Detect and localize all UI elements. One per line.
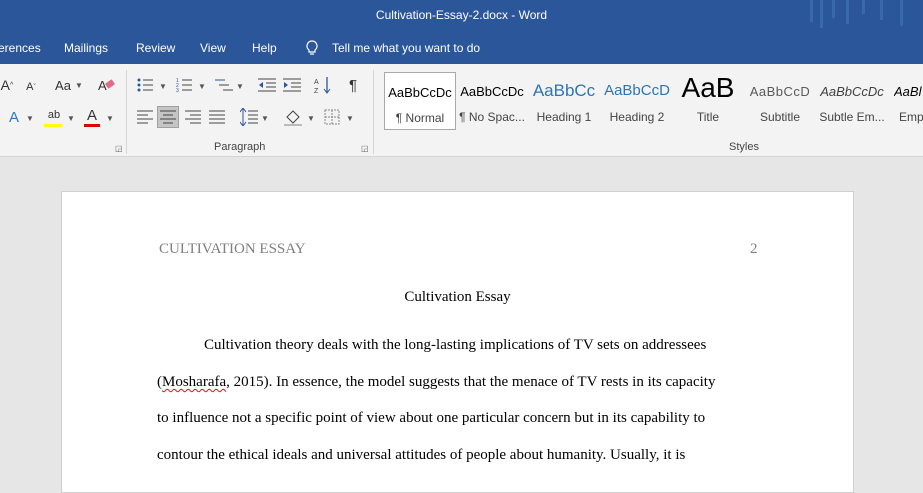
multilevel-list-icon[interactable] — [215, 77, 233, 93]
chevron-down-icon[interactable]: ▼ — [159, 82, 167, 91]
increase-indent-icon[interactable] — [283, 77, 301, 93]
chevron-down-icon[interactable]: ▼ — [236, 82, 244, 91]
body-line: Cultivation theory deals with the long-l… — [204, 337, 707, 353]
title-decoration — [900, 0, 903, 26]
chevron-down-icon[interactable]: ▼ — [26, 114, 34, 123]
style-normal[interactable]: AaBbCcDc ¶ Normal — [384, 72, 456, 130]
style-name: Heading 2 — [609, 110, 665, 124]
highlight-color-swatch — [44, 124, 62, 127]
text-effects-icon[interactable]: A — [6, 108, 22, 126]
page-number: 2 — [750, 241, 758, 257]
ribbon-tabs: erences Mailings Review View Help Tell m… — [0, 32, 923, 64]
paragraph-dialog-launcher-icon[interactable]: ◲ — [361, 144, 369, 153]
style-heading-2[interactable]: AaBbCcD Heading 2 — [602, 72, 672, 128]
font-color-icon[interactable]: A — [84, 106, 100, 124]
style-heading-1[interactable]: AaBbCc Heading 1 — [529, 72, 599, 128]
group-separator — [373, 70, 374, 154]
title-decoration — [880, 0, 883, 20]
style-name: Subtle Em... — [819, 110, 885, 124]
show-formatting-marks-icon[interactable]: ¶ — [345, 76, 361, 94]
style-sample: AaBbCc — [532, 81, 596, 100]
lightbulb-icon — [306, 40, 318, 55]
body-line: (Mosharafa, 2015). In essence, the model… — [157, 374, 715, 391]
style-name: Heading 1 — [536, 110, 592, 124]
bullets-icon[interactable] — [137, 77, 153, 93]
tab-mailings[interactable]: Mailings — [64, 41, 108, 55]
style-name: ¶ No Spac... — [459, 110, 525, 124]
paragraph-group-label: Paragraph — [214, 141, 266, 153]
title-decoration — [846, 0, 849, 24]
tab-help[interactable]: Help — [252, 41, 277, 55]
body-line: to influence not a specific point of vie… — [157, 410, 706, 426]
shrink-font-icon[interactable]: Aˇ — [24, 78, 38, 96]
chevron-down-icon[interactable]: ▼ — [261, 114, 269, 123]
align-center-button[interactable] — [157, 106, 179, 128]
align-center-icon — [160, 110, 176, 124]
title-decoration — [862, 0, 865, 14]
shading-icon[interactable] — [284, 108, 304, 126]
chevron-down-icon[interactable]: ▼ — [106, 114, 114, 123]
tab-review[interactable]: Review — [136, 41, 175, 55]
style-subtitle[interactable]: AaBbCcD Subtitle — [745, 72, 815, 128]
align-left-icon[interactable] — [137, 110, 153, 124]
style-name: Emp — [899, 110, 923, 124]
style-sample: AaBbCcDc — [460, 84, 524, 99]
style-sample: AaBbCcD — [604, 82, 670, 99]
justify-icon[interactable] — [209, 110, 225, 124]
highlight-icon[interactable]: ab — [44, 106, 64, 124]
decrease-indent-icon[interactable] — [258, 77, 276, 93]
align-right-icon[interactable] — [185, 110, 201, 124]
grow-font-icon[interactable]: A ^ — [0, 76, 14, 94]
clear-formatting-icon[interactable]: A — [98, 77, 116, 93]
running-head: CULTIVATION ESSAY — [159, 241, 306, 257]
chevron-down-icon[interactable]: ▼ — [198, 82, 206, 91]
style-sample: AaB — [681, 72, 735, 103]
chevron-down-icon[interactable]: ▼ — [307, 114, 315, 123]
chevron-down-icon[interactable]: ▼ — [67, 114, 75, 123]
document-page[interactable]: CULTIVATION ESSAY 2 Cultivation Essay Cu… — [61, 191, 854, 493]
font-color-swatch — [84, 124, 100, 127]
spelling-flagged-word[interactable]: Mosharafa — [162, 374, 226, 390]
borders-icon[interactable] — [324, 109, 340, 125]
change-case-icon[interactable]: Aa — [54, 76, 72, 94]
style-sample: AaBbCcDc — [388, 85, 452, 100]
title-decoration — [832, 0, 835, 18]
style-sample: AaBbCcDc — [820, 84, 884, 99]
style-emphasis[interactable]: AaBl Emp — [890, 72, 923, 128]
sort-icon[interactable]: AZ — [314, 76, 332, 94]
title-decoration — [820, 0, 823, 28]
line-spacing-icon[interactable] — [240, 108, 258, 126]
window-title: Cultivation-Essay-2.docx - Word — [375, 8, 548, 22]
style-subtle-emphasis[interactable]: AaBbCcDc Subtle Em... — [817, 72, 887, 128]
group-separator — [126, 70, 127, 154]
chevron-down-icon[interactable]: ▼ — [346, 114, 354, 123]
svg-text:Z: Z — [314, 88, 319, 94]
title-bar: Cultivation-Essay-2.docx - Word — [0, 0, 923, 32]
style-sample: AaBbCcD — [749, 84, 811, 99]
document-title: Cultivation Essay — [404, 289, 511, 305]
styles-group-label: Styles — [729, 141, 759, 153]
numbering-icon[interactable]: 1 2 3 — [176, 77, 192, 93]
style-name: Subtitle — [759, 110, 801, 124]
body-line-text: , 2015). In essence, the model suggests … — [226, 374, 716, 390]
style-name: Title — [696, 110, 720, 124]
svg-text:3: 3 — [176, 88, 179, 93]
title-decoration — [810, 0, 813, 22]
ribbon-home: A ^ Aˇ Aa ▼ A A ▼ ab ▼ A ▼ ◲ ▼ 1 2 3 ▼ ▼ … — [0, 64, 923, 157]
svg-text:A: A — [98, 78, 107, 93]
svg-text:A: A — [314, 79, 319, 86]
tab-references[interactable]: erences — [0, 41, 41, 55]
style-sample: AaBl — [894, 84, 922, 99]
font-dialog-launcher-icon[interactable]: ◲ — [115, 144, 123, 153]
body-line: contour the ethical ideals and universal… — [157, 447, 686, 463]
tab-view[interactable]: View — [200, 41, 226, 55]
tell-me-search[interactable]: Tell me what you want to do — [332, 41, 480, 55]
style-title[interactable]: AaB Title — [673, 72, 743, 128]
style-name: ¶ Normal — [395, 111, 445, 125]
chevron-down-icon[interactable]: ▼ — [75, 81, 83, 90]
style-no-spacing[interactable]: AaBbCcDc ¶ No Spac... — [457, 72, 527, 128]
